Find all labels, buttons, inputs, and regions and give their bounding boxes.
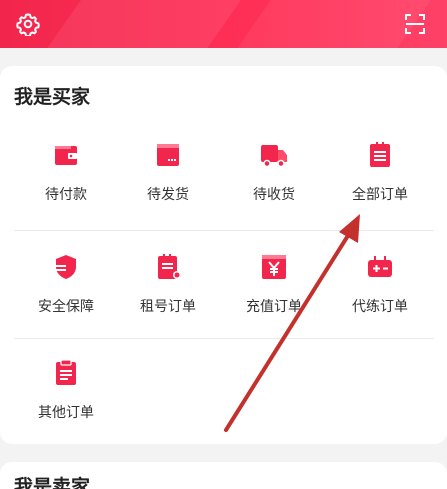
gear-icon — [16, 13, 40, 36]
item-label: 待收货 — [253, 187, 295, 203]
item-all-orders[interactable]: 全部订单 — [330, 134, 430, 224]
item-pending-payment[interactable]: 待付款 — [16, 134, 116, 224]
item-security[interactable]: 安全保障 — [16, 246, 116, 336]
scan-icon — [405, 14, 425, 34]
item-recharge-orders[interactable]: 充值订单 — [224, 246, 324, 336]
item-label: 全部订单 — [352, 187, 408, 203]
box-icon — [157, 144, 179, 166]
top-header — [0, 0, 447, 48]
scan-button[interactable] — [400, 9, 430, 39]
section-title: 我是卖家 — [14, 476, 91, 489]
item-other-orders[interactable]: 其他订单 — [16, 352, 116, 442]
item-label: 租号订单 — [140, 299, 196, 315]
gamepad-icon — [368, 256, 392, 277]
item-pending-receipt[interactable]: 待收货 — [224, 134, 324, 224]
item-boosting-orders[interactable]: 代练订单 — [330, 246, 430, 336]
item-label: 待发货 — [147, 187, 189, 203]
rent-order-icon — [158, 254, 181, 279]
item-pending-shipment[interactable]: 待发货 — [118, 134, 218, 224]
section-title: 我是买家 — [14, 86, 91, 108]
item-label: 待付款 — [45, 187, 87, 203]
clipboard-icon — [56, 359, 76, 385]
seller-card: 我是卖家 — [0, 462, 447, 489]
item-rental-orders[interactable]: 租号订单 — [118, 246, 218, 336]
item-label: 其他订单 — [38, 405, 94, 421]
row-divider — [14, 338, 434, 339]
buyer-card: 我是买家 待付款 待发货 待收货 全部订单 安全保障 租号订单 充值订单 代练订… — [0, 66, 447, 444]
order-list-icon — [370, 142, 390, 167]
item-label: 安全保障 — [38, 299, 94, 315]
header-decoration — [31, 0, 249, 48]
item-label: 代练订单 — [352, 299, 408, 315]
item-label: 充值订单 — [246, 299, 302, 315]
row-divider — [14, 230, 434, 231]
settings-button[interactable] — [13, 9, 43, 39]
truck-icon — [261, 145, 287, 168]
shield-icon — [56, 255, 76, 279]
wallet-icon — [55, 146, 77, 165]
yen-icon — [262, 255, 286, 279]
